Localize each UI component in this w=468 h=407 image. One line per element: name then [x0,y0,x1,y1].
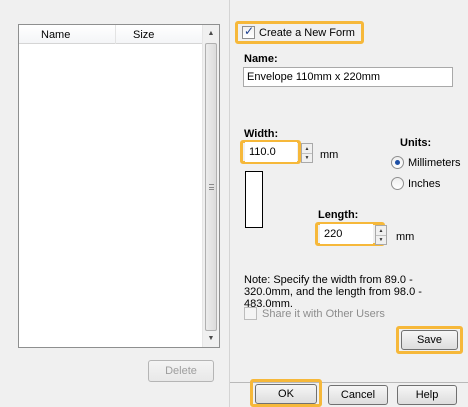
millimeters-radio[interactable] [391,156,404,169]
width-unit: mm [320,149,339,161]
form-preview-shape [245,171,263,228]
name-input[interactable]: Envelope 110mm x 220mm [243,67,453,87]
save-button[interactable]: Save [401,330,458,350]
millimeters-label[interactable]: Millimeters [408,157,461,169]
inches-radio[interactable] [391,177,404,190]
range-note: Note: Specify the width from 89.0 - 320.… [244,274,422,310]
share-checkbox[interactable] [244,307,257,320]
width-spinner[interactable]: ▲ ▼ [301,143,313,163]
share-option[interactable]: Share it with Other Users [244,307,385,320]
panel-divider [229,0,230,407]
units-option-inches[interactable]: Inches [391,177,440,190]
create-new-form-checkbox[interactable] [242,24,255,39]
spin-up-icon[interactable]: ▲ [376,226,386,235]
length-label: Length: [318,209,359,221]
column-header-name[interactable]: Name [41,29,70,41]
spin-up-icon[interactable]: ▲ [302,144,312,153]
column-separator[interactable] [115,25,116,44]
inches-label[interactable]: Inches [408,178,440,190]
share-label: Share it with Other Users [262,307,385,320]
units-label: Units: [400,137,432,149]
ok-button[interactable]: OK [255,384,317,404]
create-new-form-label[interactable]: Create a New Form [259,27,355,39]
scrollbar-thumb[interactable] [205,43,217,331]
scroll-down-arrow-icon[interactable]: ▼ [203,330,219,347]
list-vertical-scrollbar[interactable]: ▲ ▼ [202,25,219,347]
column-header-size[interactable]: Size [133,29,154,41]
grip-icon [209,184,214,190]
create-new-form-highlight: Create a New Form [235,21,364,44]
list-header: Name Size [19,25,204,44]
forms-list[interactable]: Name Size ▲ ▼ [18,24,220,348]
spin-down-icon[interactable]: ▼ [376,235,386,244]
scroll-up-arrow-icon[interactable]: ▲ [203,25,219,42]
cancel-button[interactable]: Cancel [328,385,388,405]
help-button[interactable]: Help [397,385,457,405]
length-input[interactable]: 220 [320,224,373,244]
spin-down-icon[interactable]: ▼ [302,153,312,162]
width-input[interactable]: 110.0 [245,142,297,162]
width-label: Width: [244,128,279,140]
length-spinner[interactable]: ▲ ▼ [375,225,387,245]
units-option-millimeters[interactable]: Millimeters [391,156,461,169]
delete-button[interactable]: Delete [148,360,214,382]
name-label: Name: [244,53,278,65]
length-unit: mm [396,231,415,243]
